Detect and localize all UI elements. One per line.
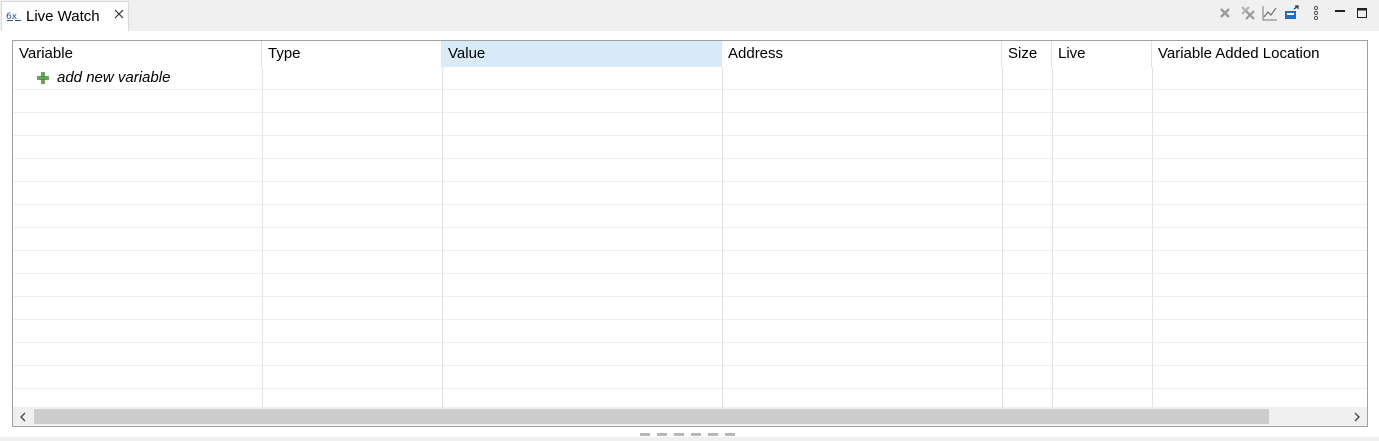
scroll-left-icon[interactable] (13, 407, 33, 426)
variables-table: Variable Type Value Address Size Live Va… (12, 40, 1368, 427)
row-separator (13, 204, 1367, 205)
scrollbar-thumb[interactable] (34, 409, 1269, 424)
view-menu-icon[interactable] (1307, 4, 1325, 22)
resize-handle[interactable] (640, 433, 750, 437)
column-header-variable-added-location[interactable]: Variable Added Location (1152, 41, 1367, 67)
row-separator (13, 181, 1367, 182)
column-divider (1002, 67, 1003, 407)
close-icon[interactable] (112, 8, 126, 22)
row-separator (13, 89, 1367, 90)
row-separator (13, 250, 1367, 251)
row-separator (13, 342, 1367, 343)
export-icon[interactable] (1283, 4, 1301, 22)
column-divider (1152, 67, 1153, 407)
row-separator (13, 365, 1367, 366)
row-separator (13, 227, 1367, 228)
horizontal-scrollbar[interactable] (13, 407, 1367, 426)
minimize-icon[interactable] (1331, 4, 1349, 22)
row-separator (13, 273, 1367, 274)
remove-variable-icon[interactable] (1216, 4, 1234, 22)
watch-variables-icon: 6x (6, 10, 22, 24)
column-header-value[interactable]: Value (442, 41, 722, 67)
column-header-size[interactable]: Size (1002, 41, 1052, 67)
column-divider (722, 67, 723, 407)
tab-live-watch[interactable]: 6x Live Watch (1, 1, 129, 31)
add-icon (37, 71, 49, 84)
add-new-variable-row[interactable]: add new variable (13, 67, 273, 89)
column-header-address[interactable]: Address (722, 41, 1002, 67)
row-separator (13, 319, 1367, 320)
graph-icon[interactable] (1261, 4, 1279, 22)
live-watch-panel: Variable Type Value Address Size Live Va… (0, 31, 1379, 437)
row-separator (13, 388, 1367, 389)
remove-all-variables-icon[interactable] (1239, 4, 1257, 22)
row-separator (13, 112, 1367, 113)
maximize-icon[interactable] (1353, 4, 1371, 22)
column-header-variable[interactable]: Variable (13, 41, 262, 67)
view-tab-bar: 6x Live Watch (0, 0, 1379, 31)
column-header-live[interactable]: Live (1052, 41, 1152, 67)
tab-title: Live Watch (26, 8, 100, 25)
table-header: Variable Type Value Address Size Live Va… (13, 41, 1367, 67)
column-divider (442, 67, 443, 407)
row-separator (13, 135, 1367, 136)
column-header-type[interactable]: Type (262, 41, 442, 67)
row-separator (13, 296, 1367, 297)
table-grid (13, 67, 1367, 412)
column-divider (262, 67, 263, 407)
column-divider (1052, 67, 1053, 407)
add-new-variable-label[interactable]: add new variable (57, 68, 170, 88)
scroll-right-icon[interactable] (1347, 407, 1367, 426)
row-separator (13, 158, 1367, 159)
